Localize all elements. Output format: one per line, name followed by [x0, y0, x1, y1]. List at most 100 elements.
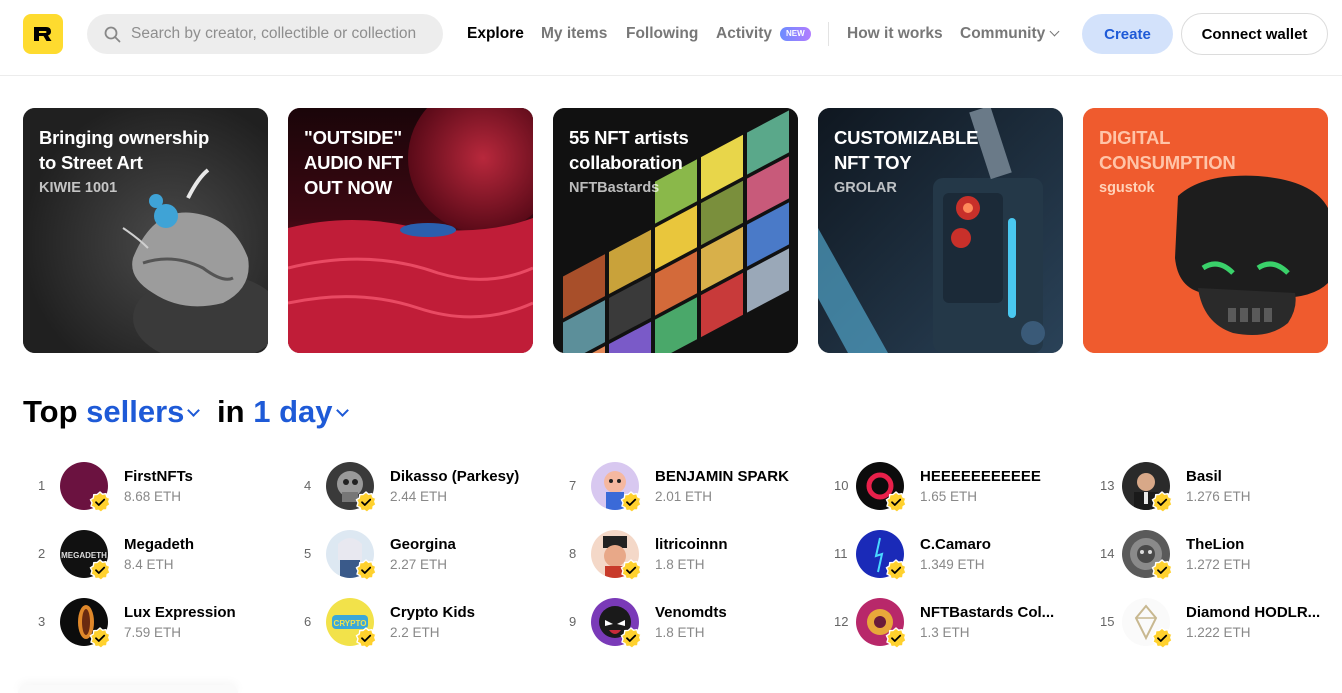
verified-badge-icon [1151, 627, 1173, 649]
seller-item[interactable]: 1 FirstNFTs 8.68 ETH [38, 462, 298, 513]
nav-my-items[interactable]: My items [541, 24, 607, 44]
new-badge: NEW [780, 27, 811, 41]
banner-subtitle: NFTBastards [569, 180, 660, 196]
seller-rank: 7 [569, 478, 577, 493]
banner-subtitle: sgustok [1099, 180, 1155, 196]
seller-item[interactable]: 4 Dikasso (Parkesy) 2.44 ETH [304, 462, 564, 513]
seller-rank: 6 [304, 614, 312, 629]
banner-nft-artists[interactable]: 55 NFT artists collaboration NFTBastards [553, 108, 798, 353]
nav-activity-label: Activity [716, 25, 772, 42]
seller-name[interactable]: Dikasso (Parkesy) [390, 468, 519, 485]
category-dropdown[interactable]: sellers [86, 394, 201, 429]
seller-item[interactable]: 11 C.Camaro 1.349 ETH [834, 530, 1094, 581]
seller-eth-amount: 8.68 ETH [124, 489, 182, 504]
heading-prefix: Top [23, 394, 78, 429]
verified-badge-icon [355, 559, 377, 581]
banner-title: DIGITAL CONSUMPTION [1099, 127, 1236, 173]
seller-name[interactable]: Megadeth [124, 536, 194, 553]
top-sellers-heading: Top sellers in 1 day [23, 393, 349, 431]
seller-name[interactable]: Crypto Kids [390, 604, 475, 621]
seller-eth-amount: 2.27 ETH [390, 557, 448, 572]
verified-badge-icon [620, 627, 642, 649]
connect-wallet-button[interactable]: Connect wallet [1181, 13, 1328, 55]
seller-item[interactable]: 14 TheLion 1.272 ETH [1100, 530, 1342, 581]
seller-name[interactable]: FirstNFTs [124, 468, 193, 485]
seller-name[interactable]: TheLion [1186, 536, 1244, 553]
seller-item[interactable]: 6 CRYPTO Crypto Kids 2.2 ETH [304, 598, 564, 649]
banner-subtitle: KIWIE 1001 [39, 180, 118, 196]
seller-eth-amount: 1.272 ETH [1186, 557, 1251, 572]
banner-street-art[interactable]: Bringing ownership to Street Art KIWIE 1… [23, 108, 268, 353]
seller-name[interactable]: HEEEEEEEEEEE [920, 468, 1041, 485]
search-input[interactable] [131, 25, 441, 43]
seller-eth-amount: 1.65 ETH [920, 489, 978, 504]
seller-eth-amount: 7.59 ETH [124, 625, 182, 640]
nav-divider [828, 22, 829, 46]
verified-badge-icon [885, 491, 907, 513]
seller-item[interactable]: 10 HEEEEEEEEEEE 1.65 ETH [834, 462, 1094, 513]
seller-item[interactable]: 15 Diamond HODLR... 1.222 ETH [1100, 598, 1342, 649]
seller-item[interactable]: 5 Georgina 2.27 ETH [304, 530, 564, 581]
verified-badge-icon [89, 627, 111, 649]
verified-badge-icon [1151, 491, 1173, 513]
period-dropdown[interactable]: 1 day [253, 394, 349, 429]
chevron-down-icon [1049, 26, 1060, 37]
category-dropdown-label: sellers [86, 394, 185, 429]
seller-eth-amount: 1.222 ETH [1186, 625, 1251, 640]
seller-rank: 2 [38, 546, 46, 561]
banner-digital-consumption[interactable]: DIGITAL CONSUMPTION sgustok [1083, 108, 1328, 353]
seller-item[interactable]: 8 litricoinnn 1.8 ETH [569, 530, 829, 581]
seller-rank: 13 [1100, 478, 1115, 493]
seller-item[interactable]: 3 Lux Expression 7.59 ETH [38, 598, 298, 649]
seller-rank: 14 [1100, 546, 1115, 561]
search-icon [104, 26, 121, 42]
search-bar[interactable] [87, 14, 443, 54]
seller-rank: 15 [1100, 614, 1115, 629]
seller-name[interactable]: C.Camaro [920, 536, 991, 553]
seller-eth-amount: 2.2 ETH [390, 625, 440, 640]
verified-badge-icon [89, 491, 111, 513]
nav-community[interactable]: Community [960, 24, 1060, 44]
seller-rank: 10 [834, 478, 849, 493]
seller-rank: 3 [38, 614, 46, 629]
seller-name[interactable]: Venomdts [655, 604, 727, 621]
seller-eth-amount: 1.276 ETH [1186, 489, 1251, 504]
chevron-down-icon [335, 404, 349, 417]
banner-title: 55 NFT artists collaboration [569, 127, 689, 173]
seller-eth-amount: 1.8 ETH [655, 557, 705, 572]
verified-badge-icon [620, 491, 642, 513]
chevron-down-icon [187, 404, 201, 417]
seller-name[interactable]: Diamond HODLR... [1186, 604, 1320, 621]
seller-name[interactable]: Lux Expression [124, 604, 236, 621]
seller-rank: 11 [834, 546, 848, 561]
seller-item[interactable]: 12 NFTBastards Col... 1.3 ETH [834, 598, 1094, 649]
seller-item[interactable]: 7 BENJAMIN SPARK 2.01 ETH [569, 462, 829, 513]
seller-item[interactable]: 9 Venomdts 1.8 ETH [569, 598, 829, 649]
seller-item[interactable]: 2 MEGADETH Megadeth 8.4 ETH [38, 530, 298, 581]
top-nav-bar: Explore My items Following Activity NEW H… [0, 0, 1342, 76]
nav-explore[interactable]: Explore [467, 24, 524, 44]
rarible-logo-icon[interactable] [23, 14, 63, 54]
seller-name[interactable]: NFTBastards Col... [920, 604, 1054, 621]
seller-rank: 4 [304, 478, 312, 493]
seller-name[interactable]: Georgina [390, 536, 456, 553]
banner-customizable-toy[interactable]: CUSTOMIZABLE NFT TOY GROLAR [818, 108, 1063, 353]
seller-name[interactable]: BENJAMIN SPARK [655, 468, 789, 485]
nav-community-label: Community [960, 25, 1046, 42]
seller-rank: 5 [304, 546, 312, 561]
banner-subtitle: GROLAR [834, 180, 897, 196]
nav-following[interactable]: Following [626, 24, 698, 44]
verified-badge-icon [355, 627, 377, 649]
create-button[interactable]: Create [1082, 14, 1173, 54]
banner-outside-audio[interactable]: "OUTSIDE" AUDIO NFT OUT NOW [288, 108, 533, 353]
nav-activity[interactable]: Activity NEW [716, 24, 811, 44]
seller-item[interactable]: 13 Basil 1.276 ETH [1100, 462, 1342, 513]
verified-badge-icon [1151, 559, 1173, 581]
seller-eth-amount: 8.4 ETH [124, 557, 174, 572]
banner-title: "OUTSIDE" AUDIO NFT OUT NOW [304, 127, 403, 198]
seller-name[interactable]: litricoinnn [655, 536, 728, 553]
seller-name[interactable]: Basil [1186, 468, 1222, 485]
verified-badge-icon [620, 559, 642, 581]
nav-how-it-works[interactable]: How it works [847, 24, 943, 44]
period-dropdown-label: 1 day [253, 394, 333, 429]
